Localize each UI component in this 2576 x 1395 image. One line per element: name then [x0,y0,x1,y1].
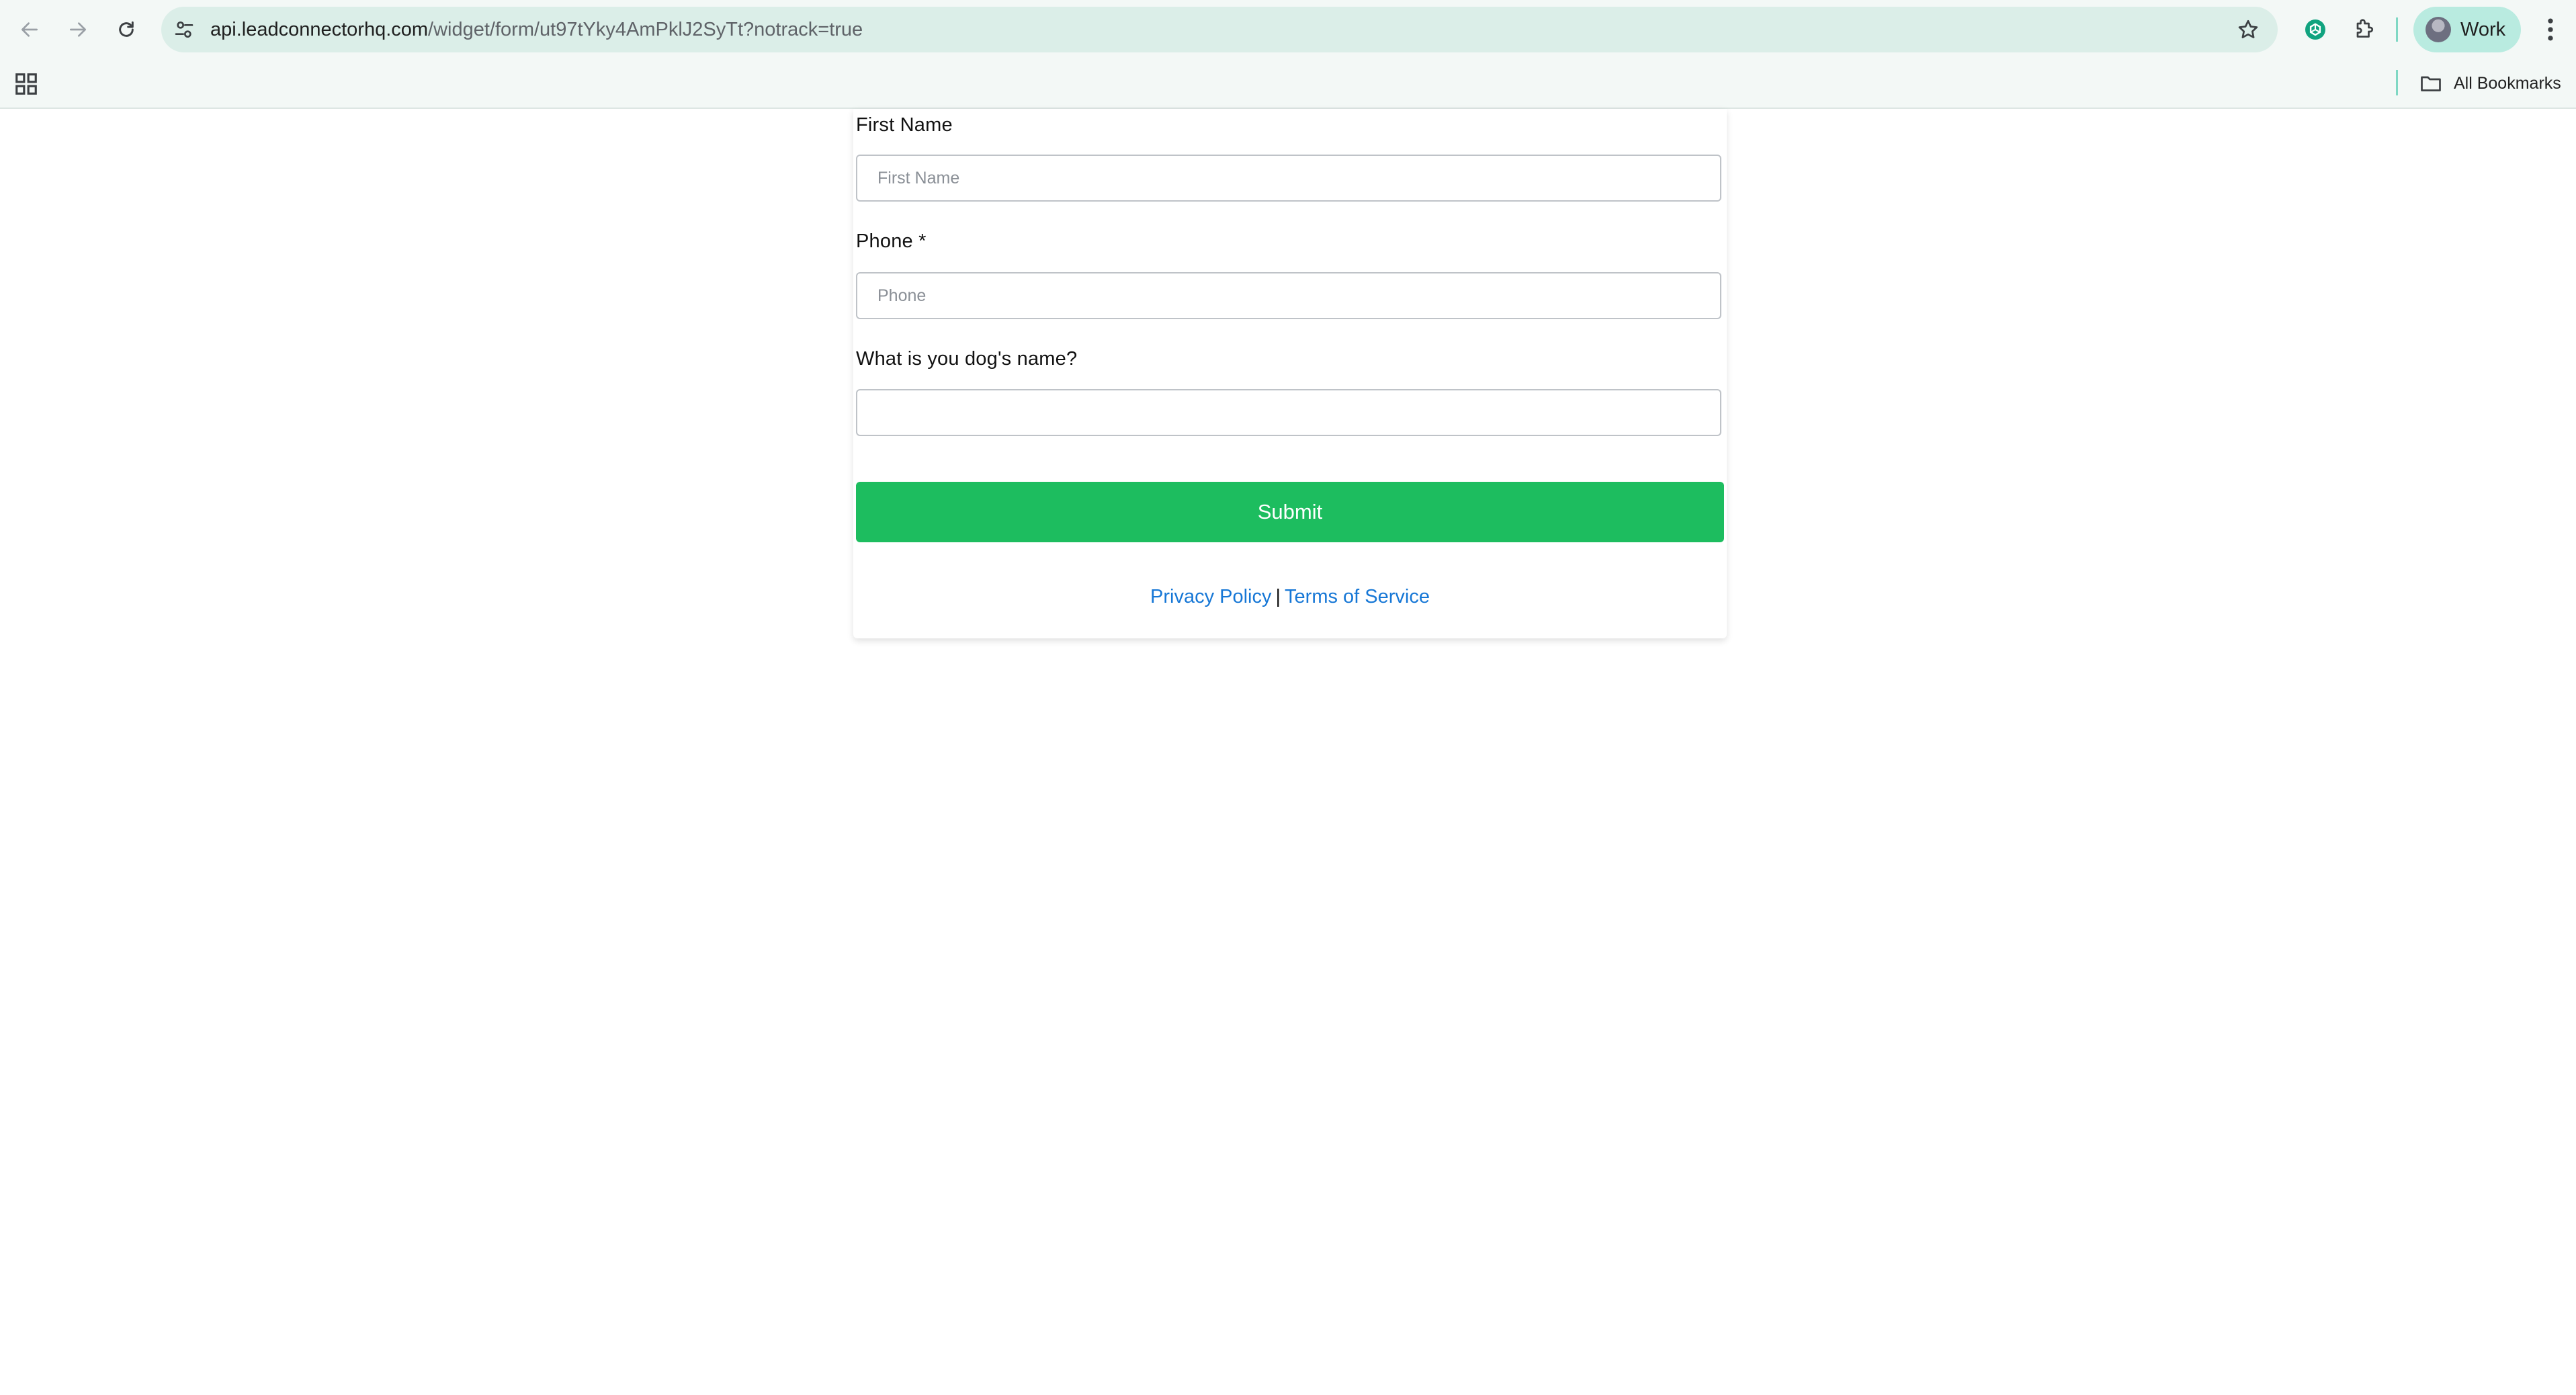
phone-input[interactable] [856,272,1721,319]
arrow-left-icon [22,22,38,37]
footer-separator: | [1275,586,1281,607]
star-icon[interactable] [2236,17,2260,42]
dog-name-label: What is you dog's name? [856,348,1078,370]
all-bookmarks-button[interactable]: All Bookmarks [2419,59,2561,108]
back-button[interactable] [13,13,46,46]
bookmarks-bar: All Bookmarks [0,59,2576,108]
bookmarks-divider [2396,70,2398,95]
folder-icon [2421,76,2441,91]
url-path: /widget/form/ut97tYky4AmPklJ2SyTt?notrac… [428,19,863,40]
openai-extension-button[interactable] [2301,15,2330,44]
phone-label: Phone * [856,230,927,252]
profile-button[interactable]: Work [2413,7,2521,52]
apps-grid-icon[interactable] [13,71,39,97]
terms-of-service-link[interactable]: Terms of Service [1285,586,1430,607]
lead-form: First Name Phone * What is you dog's nam… [853,109,1727,638]
first-name-input[interactable] [856,155,1721,202]
arrow-right-icon [70,22,86,37]
browser-chrome: api.leadconnectorhq.com/widget/form/ut97… [0,0,2576,109]
browser-toolbar: api.leadconnectorhq.com/widget/form/ut97… [0,0,2576,59]
toolbar-divider [2396,17,2398,42]
all-bookmarks-label: All Bookmarks [2454,73,2561,93]
url-host: api.leadconnectorhq.com [210,19,429,40]
dog-name-input[interactable] [856,389,1721,436]
reload-icon [119,21,134,37]
extensions-button[interactable] [2349,15,2378,44]
forward-button[interactable] [62,13,94,46]
privacy-policy-link[interactable]: Privacy Policy [1150,586,1272,607]
openai-icon [2305,19,2325,40]
first-name-label: First Name [856,114,953,136]
tune-icon[interactable] [173,19,195,40]
submit-button[interactable]: Submit [856,482,1724,542]
more-vertical-icon[interactable] [2538,15,2563,44]
address-bar[interactable]: api.leadconnectorhq.com/widget/form/ut97… [161,7,2278,52]
puzzle-icon [2356,19,2374,38]
profile-label: Work [2460,19,2506,40]
footer-links: Privacy Policy | Terms of Service [853,586,1727,608]
reload-button[interactable] [110,13,142,46]
avatar [2425,17,2451,42]
url-text[interactable]: api.leadconnectorhq.com/widget/form/ut97… [210,7,863,52]
